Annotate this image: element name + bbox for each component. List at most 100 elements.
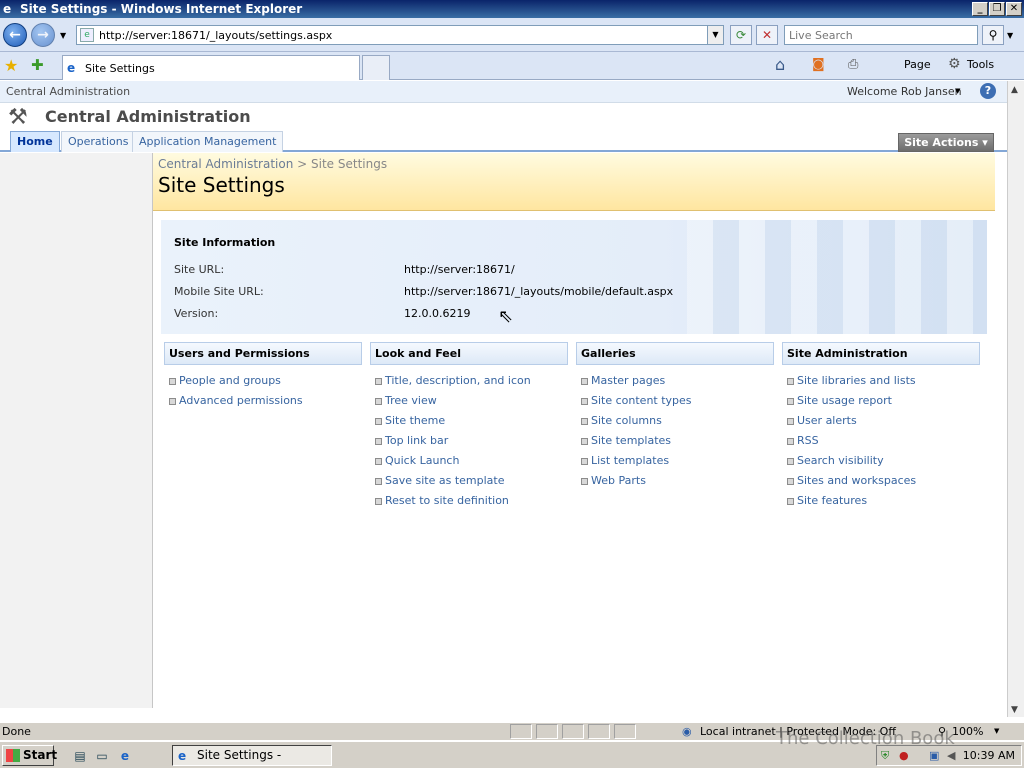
print-icon[interactable]: ⎙ bbox=[848, 57, 858, 72]
status-pane bbox=[562, 724, 584, 739]
tab-row: ★ ✚ e Site Settings ⌂ ◙ ⎙ Page ⚙ Tools bbox=[0, 52, 1024, 80]
site-title[interactable]: Central Administration bbox=[45, 107, 251, 126]
home-icon[interactable]: ⌂ bbox=[775, 55, 785, 74]
link-advanced-permissions[interactable]: Advanced permissions bbox=[164, 391, 362, 411]
welcome-dropdown-icon[interactable]: ▼ bbox=[955, 87, 960, 95]
status-pane bbox=[510, 724, 532, 739]
alert-icon[interactable]: ● bbox=[899, 749, 909, 762]
address-input[interactable]: http://server:18671/_layouts/settings.as… bbox=[99, 29, 332, 42]
help-icon[interactable]: ? bbox=[980, 83, 996, 99]
ie-page-icon: e bbox=[67, 61, 76, 75]
site-header: ⚒ Central Administration bbox=[0, 103, 1024, 131]
link-site-libraries-and-lists[interactable]: Site libraries and lists bbox=[782, 371, 980, 391]
link-site-columns[interactable]: Site columns bbox=[576, 411, 774, 431]
show-desktop-icon[interactable]: ▭ bbox=[94, 748, 110, 764]
zoom-level[interactable]: 100% bbox=[952, 725, 983, 738]
forward-button[interactable]: → bbox=[31, 23, 55, 47]
scroll-down-icon[interactable]: ▼ bbox=[1011, 705, 1018, 715]
link-web-parts[interactable]: Web Parts bbox=[576, 471, 774, 491]
volume-icon[interactable]: ◀ bbox=[947, 749, 955, 762]
close-button[interactable]: ✕ bbox=[1006, 2, 1022, 16]
link-site-theme[interactable]: Site theme bbox=[370, 411, 568, 431]
refresh-icon[interactable]: ⟳ bbox=[730, 25, 752, 45]
page-title-area: Central Administration > Site Settings S… bbox=[153, 153, 995, 211]
breadcrumb: Central Administration > Site Settings bbox=[158, 157, 387, 171]
link-quick-launch[interactable]: Quick Launch bbox=[370, 451, 568, 471]
address-row: ← → ▼ e http://server:18671/_layouts/set… bbox=[0, 18, 1024, 52]
nav-tab-application-management[interactable]: Application Management bbox=[132, 131, 284, 152]
intranet-zone-icon: ◉ bbox=[682, 725, 692, 738]
users-permissions-section: Users and Permissions People and groups … bbox=[164, 342, 362, 411]
section-heading: Site Administration bbox=[782, 342, 980, 365]
mobile-url-value: http://server:18671/_layouts/mobile/defa… bbox=[404, 285, 674, 298]
page-right-margin bbox=[995, 153, 1007, 708]
top-link-bar: Home Operations Application Management S… bbox=[0, 131, 1024, 152]
link-site-content-types[interactable]: Site content types bbox=[576, 391, 774, 411]
version-label: Version: bbox=[174, 307, 219, 320]
favorites-star-icon[interactable]: ★ bbox=[4, 56, 18, 75]
welcome-menu[interactable]: Welcome Rob Jansen bbox=[847, 85, 962, 98]
feeds-icon[interactable]: ◙ bbox=[812, 57, 825, 72]
breadcrumb-current: Site Settings bbox=[311, 157, 388, 171]
network-icon[interactable]: ▣ bbox=[929, 749, 939, 762]
link-site-templates[interactable]: Site templates bbox=[576, 431, 774, 451]
link-top-link-bar[interactable]: Top link bar bbox=[370, 431, 568, 451]
search-icon[interactable]: ⚲ bbox=[982, 25, 1004, 45]
status-pane bbox=[588, 724, 610, 739]
site-information-panel: Site Information Site URL: http://server… bbox=[161, 220, 987, 334]
link-site-features[interactable]: Site features bbox=[782, 491, 980, 511]
section-heading: Users and Permissions bbox=[164, 342, 362, 365]
link-user-alerts[interactable]: User alerts bbox=[782, 411, 980, 431]
link-list-templates[interactable]: List templates bbox=[576, 451, 774, 471]
link-site-usage-report[interactable]: Site usage report bbox=[782, 391, 980, 411]
minimize-button[interactable]: _ bbox=[972, 2, 988, 16]
page-menu[interactable]: Page bbox=[904, 58, 931, 71]
version-value: 12.0.0.6219 bbox=[404, 307, 471, 320]
add-favorites-icon[interactable]: ✚ bbox=[31, 56, 44, 74]
address-dropdown-icon[interactable]: ▼ bbox=[707, 26, 723, 44]
address-bar[interactable]: e http://server:18671/_layouts/settings.… bbox=[76, 25, 724, 45]
server-manager-icon[interactable]: ▤ bbox=[72, 748, 88, 764]
security-shield-icon[interactable]: ⛨ bbox=[881, 749, 889, 763]
page-icon: e bbox=[80, 28, 94, 42]
link-search-visibility[interactable]: Search visibility bbox=[782, 451, 980, 471]
left-navigation bbox=[0, 153, 153, 708]
stop-icon[interactable]: ✕ bbox=[756, 25, 778, 45]
recent-pages-dropdown-icon[interactable]: ▼ bbox=[60, 31, 66, 40]
link-people-and-groups[interactable]: People and groups bbox=[164, 371, 362, 391]
breadcrumb-root-link[interactable]: Central Administration bbox=[158, 157, 293, 171]
link-save-site-as-template[interactable]: Save site as template bbox=[370, 471, 568, 491]
link-reset-to-site-definition[interactable]: Reset to site definition bbox=[370, 491, 568, 511]
ie-task-icon: e bbox=[178, 749, 187, 763]
back-button[interactable]: ← bbox=[3, 23, 27, 47]
window-title-bar: e Site Settings - Windows Internet Explo… bbox=[0, 0, 1024, 18]
link-sites-and-workspaces[interactable]: Sites and workspaces bbox=[782, 471, 980, 491]
tab-site-settings[interactable]: e Site Settings bbox=[62, 55, 360, 80]
site-url-label: Site URL: bbox=[174, 263, 225, 276]
site-information-heading: Site Information bbox=[174, 236, 276, 249]
ie-quicklaunch-icon[interactable]: e bbox=[117, 748, 133, 764]
global-breadcrumb[interactable]: Central Administration bbox=[6, 85, 130, 98]
search-box[interactable]: Live Search bbox=[784, 25, 978, 45]
start-button[interactable]: Start bbox=[2, 745, 57, 766]
ie-icon: e bbox=[3, 2, 12, 16]
maximize-button[interactable]: ❐ bbox=[989, 2, 1005, 16]
link-rss[interactable]: RSS bbox=[782, 431, 980, 451]
tools-menu[interactable]: Tools bbox=[967, 58, 994, 71]
link-tree-view[interactable]: Tree view bbox=[370, 391, 568, 411]
building-background bbox=[687, 220, 987, 334]
section-heading: Look and Feel bbox=[370, 342, 568, 365]
link-master-pages[interactable]: Master pages bbox=[576, 371, 774, 391]
taskbar-button-site-settings[interactable]: e Site Settings - Windo... bbox=[172, 745, 332, 768]
search-options-icon[interactable]: ▼ bbox=[1007, 31, 1013, 40]
site-actions-menu[interactable]: Site Actions ▾ bbox=[898, 133, 994, 152]
nav-tab-operations[interactable]: Operations bbox=[61, 131, 136, 152]
site-actions-label: Site Actions bbox=[904, 136, 979, 149]
scroll-up-icon[interactable]: ▲ bbox=[1011, 85, 1018, 95]
nav-tab-home[interactable]: Home bbox=[10, 131, 60, 152]
zoom-dropdown-icon[interactable]: ▼ bbox=[994, 727, 999, 735]
search-input[interactable]: Live Search bbox=[789, 29, 853, 42]
link-title-description-icon[interactable]: Title, description, and icon bbox=[370, 371, 568, 391]
new-tab-button[interactable] bbox=[362, 55, 390, 80]
vertical-scrollbar[interactable]: ▲ ▼ bbox=[1007, 81, 1024, 717]
